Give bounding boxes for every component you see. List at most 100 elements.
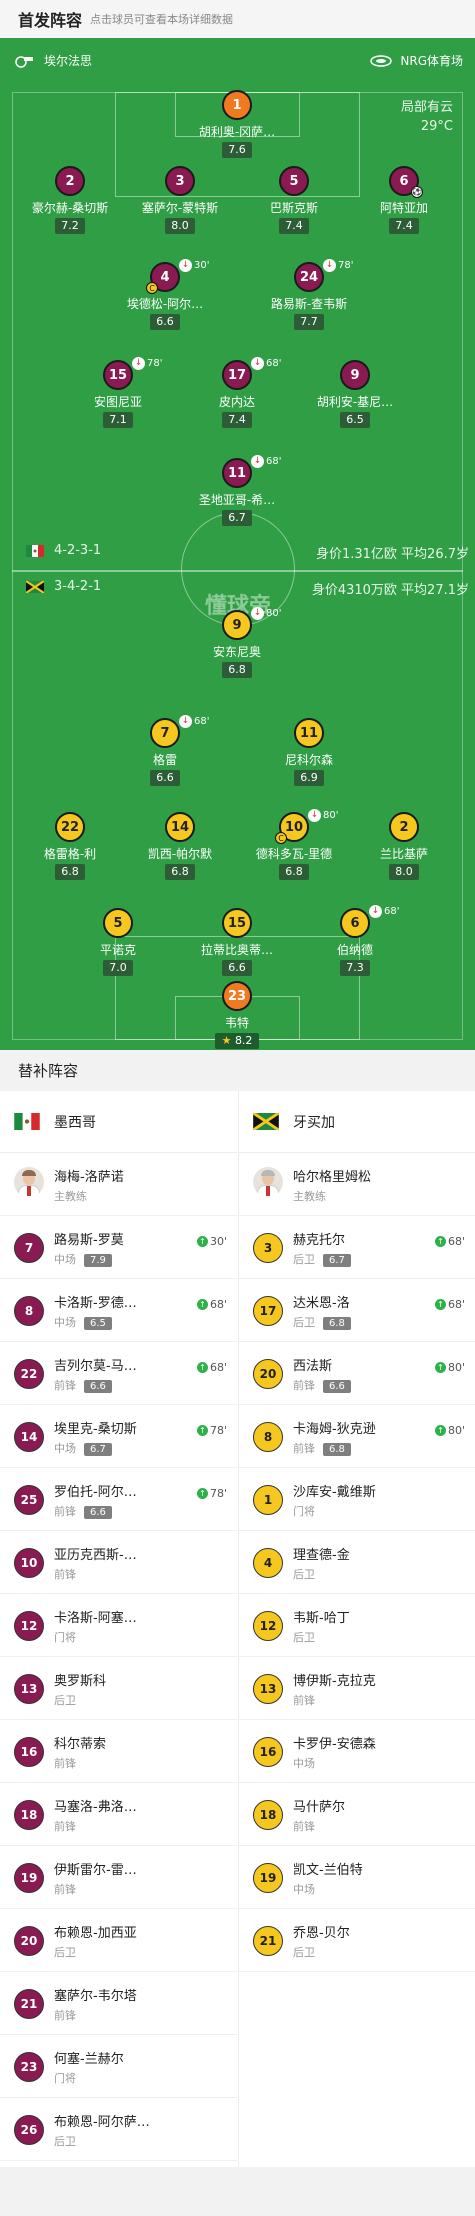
- away-coach-row[interactable]: 哈尔格里姆松 主教练: [239, 1153, 475, 1216]
- bench-player-row[interactable]: 4 理查德-金 后卫: [239, 1531, 475, 1594]
- bench-player-row[interactable]: 20 布赖恩-加西亚 后卫: [0, 1909, 237, 1972]
- bench-player-row[interactable]: 13 奥罗斯科 后卫: [0, 1657, 237, 1720]
- whistle-icon: [15, 55, 33, 68]
- captain-icon: C: [275, 832, 287, 844]
- player-position-line: 中场: [293, 1755, 315, 1771]
- sub-out-icon: ↓: [132, 357, 145, 370]
- home-player-5[interactable]: 5 巴斯克斯 7.4: [239, 166, 349, 256]
- home-player-15[interactable]: 15 ↓ 78' 安图尼亚 7.1: [63, 357, 173, 450]
- player-number: 12: [14, 1611, 44, 1641]
- player-rating: 7.2: [55, 218, 85, 234]
- bench-player-row[interactable]: 25 罗伯托-阿尔… 前锋 6.6 ↑ 78': [0, 1468, 237, 1531]
- player-rating: 6.6: [222, 960, 252, 976]
- bench-player-row[interactable]: 19 伊斯雷尔-雷… 前锋: [0, 1846, 237, 1909]
- bench-player-row[interactable]: 10 亚历克西斯-… 前锋: [0, 1531, 237, 1594]
- bench-player-row[interactable]: 23 何塞-兰赫尔 门将: [0, 2035, 237, 2098]
- player-name: 德科多瓦-里德: [255, 847, 333, 861]
- bench-player-row[interactable]: 18 马塞洛-弗洛… 前锋: [0, 1783, 237, 1846]
- away-player-23[interactable]: 23 韦特 ★ 8.2: [182, 981, 292, 1050]
- away-player-5[interactable]: 5 平诺克 7.0: [63, 908, 173, 998]
- bench-player-row[interactable]: 19 凯文-兰伯特 中场: [239, 1846, 475, 1909]
- sub-in-icon: ↑: [196, 1362, 208, 1373]
- player-number: 18: [253, 1800, 283, 1830]
- player-number: 5: [103, 908, 133, 938]
- player-rating: 6.8: [222, 662, 252, 678]
- player-name: 马塞洛-弗洛…: [54, 1800, 137, 1815]
- bench-player-row[interactable]: 7 路易斯-罗莫 中场 7.9 ↑ 30': [0, 1216, 237, 1279]
- sub-out-icon: ↓: [179, 715, 192, 728]
- player-number: 5: [279, 166, 309, 196]
- home-player-9[interactable]: 9 胡利安-基尼… 6.5: [300, 360, 410, 450]
- player-number: 24: [294, 262, 324, 292]
- away-player-6[interactable]: 6 ↓ 68' 伯纳德 7.3: [300, 905, 410, 998]
- player-position: 前锋: [54, 1568, 76, 1581]
- home-player-6[interactable]: 6 ⚽ 阿特亚加 7.4: [349, 166, 459, 256]
- home-player-2[interactable]: 2 豪尔赫-桑切斯 7.2: [15, 166, 125, 256]
- player-number: 16: [253, 1737, 283, 1767]
- home-player-3[interactable]: 3 塞萨尔-蒙特斯 8.0: [125, 166, 235, 256]
- player-number: 18: [14, 1800, 44, 1830]
- player-number: 8: [14, 1296, 44, 1326]
- home-player-11[interactable]: 11 ↓ 68' 圣地亚哥-希… 6.7: [182, 455, 292, 548]
- player-name: 塞萨尔-韦尔塔: [54, 1989, 137, 2004]
- player-number: 3: [165, 166, 195, 196]
- player-rating: 7.4: [222, 412, 252, 428]
- sub-on-time: ↑ 68': [434, 1298, 465, 1311]
- home-coach-label: 埃尔法思: [14, 52, 92, 69]
- player-position: 后卫: [293, 1253, 315, 1266]
- away-player-9[interactable]: 9 ↓ 80' 安东尼奥 6.8: [182, 607, 292, 700]
- bench-player-row[interactable]: 20 西法斯 前锋 6.6 ↑ 80': [239, 1342, 475, 1405]
- player-position: 前锋: [54, 1379, 76, 1392]
- sub-in-icon: ↑: [196, 1299, 208, 1310]
- away-player-22[interactable]: 22 格雷格-利 6.8: [15, 812, 125, 902]
- home-player-17[interactable]: 17 ↓ 68' 皮内达 7.4: [182, 357, 292, 450]
- player-rating: 7.1: [103, 412, 133, 428]
- home-player-4[interactable]: 4 ↓ 30' C 埃德松-阿尔… 6.6: [110, 259, 220, 352]
- bench-player-row[interactable]: 3 赫克托尔 后卫 6.7 ↑ 68': [239, 1216, 475, 1279]
- away-player-11[interactable]: 11 尼科尔森 6.9: [254, 718, 364, 808]
- player-position-line: 后卫: [293, 1629, 315, 1645]
- bench-player-row[interactable]: 12 卡洛斯-阿塞… 门将: [0, 1594, 237, 1657]
- bench-player-row[interactable]: 16 科尔蒂索 前锋: [0, 1720, 237, 1783]
- away-player-7[interactable]: 7 ↓ 68' 格雷 6.6: [110, 715, 220, 808]
- bench-player-row[interactable]: 17 达米恩-洛 后卫 6.8 ↑ 68': [239, 1279, 475, 1342]
- away-player-14[interactable]: 14 凯西-帕尔默 6.8: [125, 812, 235, 902]
- home-coach-row[interactable]: 海梅-洛萨诺 主教练: [0, 1153, 237, 1216]
- sub-on-time: ↑ 68': [196, 1298, 227, 1311]
- bench-player-row[interactable]: 26 布赖恩-阿尔萨… 后卫: [0, 2098, 237, 2161]
- home-player-24[interactable]: 24 ↓ 78' 路易斯-查韦斯 7.7: [254, 259, 364, 352]
- player-number: 4: [253, 1548, 283, 1578]
- bench-player-row[interactable]: 1 沙库安-戴维斯 门将: [239, 1468, 475, 1531]
- bench-player-row[interactable]: 12 韦斯-哈丁 后卫: [239, 1594, 475, 1657]
- sub-out-icon: ↓: [251, 455, 264, 468]
- player-name: 西法斯: [293, 1359, 333, 1374]
- bench-player-row[interactable]: 14 埃里克-桑切斯 中场 6.7 ↑ 78': [0, 1405, 237, 1468]
- player-position-line: 中场 7.9: [54, 1251, 112, 1267]
- player-position: 后卫: [293, 1316, 315, 1329]
- player-name: 塞萨尔-蒙特斯: [141, 201, 219, 215]
- bench-player-row[interactable]: 22 吉列尔莫-马… 前锋 6.6 ↑ 68': [0, 1342, 237, 1405]
- bench-player-row[interactable]: 21 塞萨尔-韦尔塔 前锋: [0, 1972, 237, 2035]
- player-name: 卡洛斯-罗德…: [54, 1296, 137, 1311]
- bench-player-row[interactable]: 18 马什萨尔 前锋: [239, 1783, 475, 1846]
- player-position-line: 中场: [293, 1881, 315, 1897]
- player-position-line: 前锋: [54, 1818, 76, 1834]
- player-number: 10: [14, 1548, 44, 1578]
- temperature-text: 29°C: [420, 119, 453, 134]
- away-player-2[interactable]: 2 兰比基萨 8.0: [349, 812, 459, 902]
- player-number: 25: [14, 1485, 44, 1515]
- bench-player-row[interactable]: 8 卡海姆-狄克逊 前锋 6.8 ↑ 80': [239, 1405, 475, 1468]
- player-name: 巴斯克斯: [269, 201, 318, 215]
- bench-player-row[interactable]: 16 卡罗伊-安德森 中场: [239, 1720, 475, 1783]
- player-number: 23: [14, 2052, 44, 2082]
- player-rating: 6.6: [84, 1506, 112, 1519]
- bench-player-row[interactable]: 13 博伊斯-克拉克 前锋: [239, 1657, 475, 1720]
- away-player-10[interactable]: 10 ↓ 80' C 德科多瓦-里德 6.8: [239, 809, 349, 902]
- player-position: 后卫: [54, 1694, 76, 1707]
- player-name: 凯西-帕尔默: [147, 847, 213, 861]
- player-rating: 6.7: [222, 510, 252, 526]
- player-rating: 6.8: [165, 864, 195, 880]
- bench-player-row[interactable]: 21 乔恩-贝尔 后卫: [239, 1909, 475, 1972]
- player-position-line: 中场 6.7: [54, 1440, 112, 1456]
- bench-player-row[interactable]: 8 卡洛斯-罗德… 中场 6.5 ↑ 68': [0, 1279, 237, 1342]
